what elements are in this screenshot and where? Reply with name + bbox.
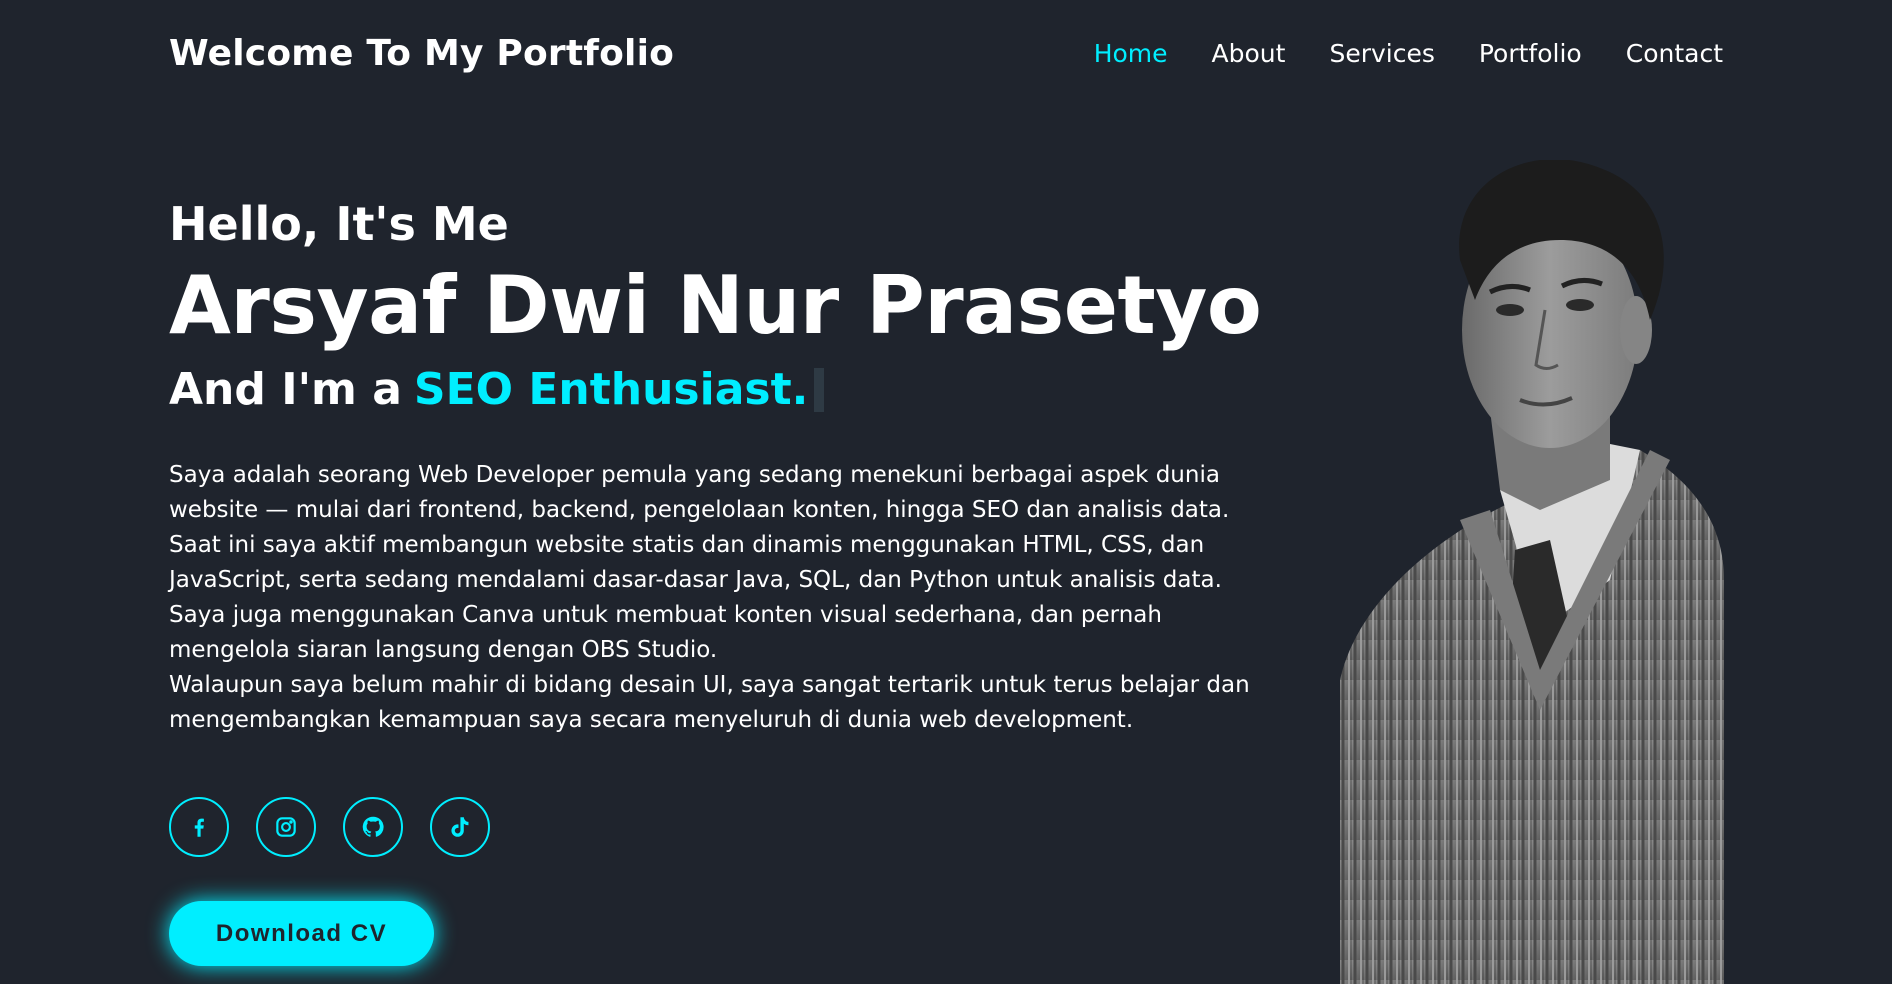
- download-cv-button[interactable]: Download CV: [169, 901, 434, 966]
- facebook-link[interactable]: [169, 797, 229, 857]
- nav-home[interactable]: Home: [1094, 39, 1168, 68]
- nav-services[interactable]: Services: [1329, 39, 1434, 68]
- portfolio-page: Welcome To My Portfolio Home About Servi…: [0, 0, 1892, 984]
- instagram-link[interactable]: [256, 797, 316, 857]
- site-header: Welcome To My Portfolio Home About Servi…: [169, 22, 1723, 84]
- tiktok-link[interactable]: [430, 797, 490, 857]
- description-line: Saya juga menggunakan Canva untuk membua…: [169, 602, 1162, 628]
- github-link[interactable]: [343, 797, 403, 857]
- description-line: Saat ini saya aktif membangun website st…: [169, 532, 1205, 558]
- main-nav: Home About Services Portfolio Contact: [1094, 39, 1723, 68]
- github-icon: [362, 816, 384, 837]
- description-line: Walaupun saya belum mahir di bidang desa…: [169, 672, 1250, 698]
- description-line: website — mulai dari frontend, backend, …: [169, 497, 1230, 523]
- role-prefix: And I'm a: [169, 364, 402, 415]
- tiktok-icon: [451, 817, 469, 837]
- description-line: mengelola siaran langsung dengan OBS Stu…: [169, 637, 718, 663]
- nav-contact[interactable]: Contact: [1626, 39, 1723, 68]
- hero-content: Hello, It's Me Arsyaf Dwi Nur Prasetyo A…: [169, 196, 1329, 738]
- site-logo[interactable]: Welcome To My Portfolio: [169, 33, 674, 74]
- nav-portfolio[interactable]: Portfolio: [1479, 39, 1582, 68]
- facebook-icon: [194, 818, 204, 837]
- social-links: [169, 797, 490, 857]
- nav-about[interactable]: About: [1212, 39, 1286, 68]
- hero-name: Arsyaf Dwi Nur Prasetyo: [169, 259, 1262, 352]
- description-line: Saya adalah seorang Web Developer pemula…: [169, 462, 1220, 488]
- instagram-icon: [276, 817, 296, 837]
- profile-photo: [1340, 160, 1724, 984]
- description-line: mengembangkan kemampuan saya secara meny…: [169, 707, 1134, 733]
- role-typed-text: SEO Enthusiast.: [413, 364, 809, 415]
- typing-cursor: [814, 368, 825, 412]
- hero-description: Saya adalah seorang Web Developer pemula…: [169, 458, 1329, 738]
- description-line: JavaScript, serta sedang mendalami dasar…: [169, 567, 1222, 593]
- hero-role: And I'm a SEO Enthusiast.: [169, 362, 1329, 418]
- hero-greeting: Hello, It's Me: [169, 197, 509, 251]
